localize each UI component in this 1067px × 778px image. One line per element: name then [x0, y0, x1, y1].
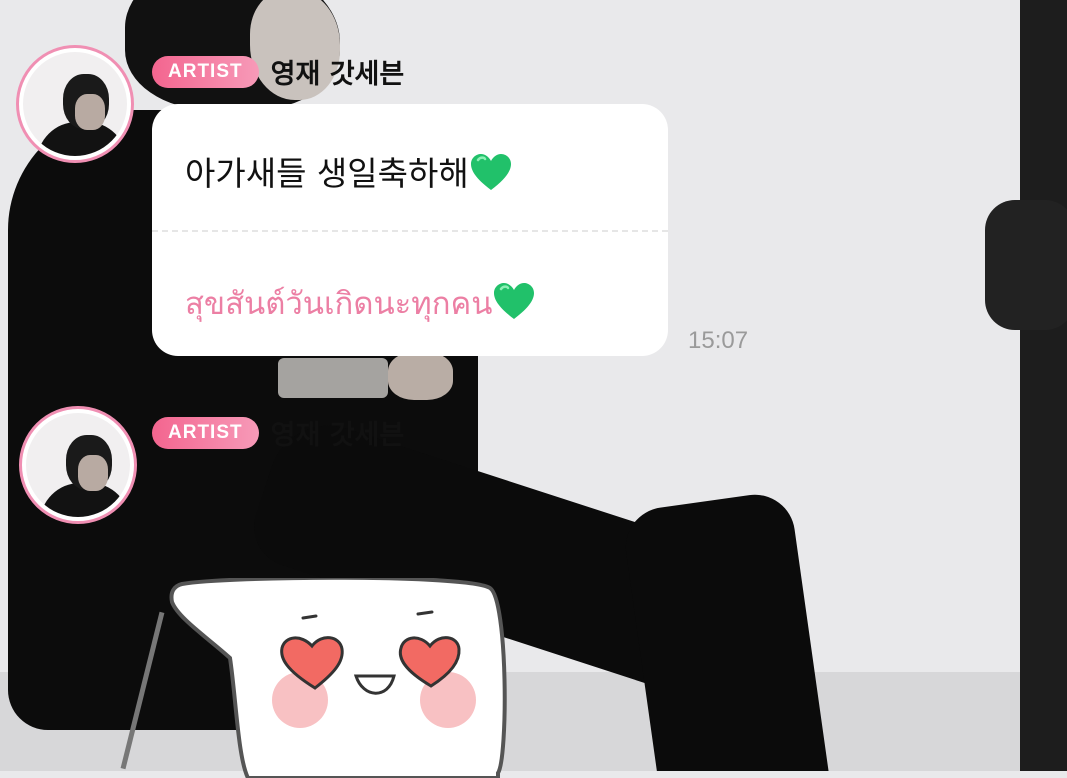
message-timestamp: 15:07	[688, 327, 749, 354]
green-heart-icon	[494, 283, 535, 319]
message-text-korean: 아가새들 생일축하해	[185, 154, 469, 193]
translation-divider	[152, 230, 668, 232]
message-text: 아가새들 생일축하해	[185, 147, 511, 195]
message-header: ARTIST 영재 갓세븐	[152, 52, 404, 91]
heart-eyes-sticker[interactable]	[168, 578, 510, 778]
sender-avatar[interactable]	[19, 406, 137, 524]
sender-avatar[interactable]	[16, 45, 134, 163]
message-text-thai: สุขสันต์วันเกิดนะทุกคน	[185, 286, 493, 322]
message-header: ARTIST 영재 갓세븐	[152, 413, 404, 452]
artist-badge: ARTIST	[152, 55, 259, 88]
sender-name[interactable]: 영재 갓세븐	[271, 52, 405, 91]
green-heart-icon	[470, 154, 511, 190]
artist-badge: ARTIST	[152, 416, 259, 449]
message-bubble[interactable]: 아가새들 생일축하해 สุขสันต์วันเกิดนะทุกคน	[152, 104, 668, 356]
sender-name[interactable]: 영재 갓세븐	[271, 413, 405, 452]
translated-text: สุขสันต์วันเกิดนะทุกคน	[185, 278, 535, 328]
